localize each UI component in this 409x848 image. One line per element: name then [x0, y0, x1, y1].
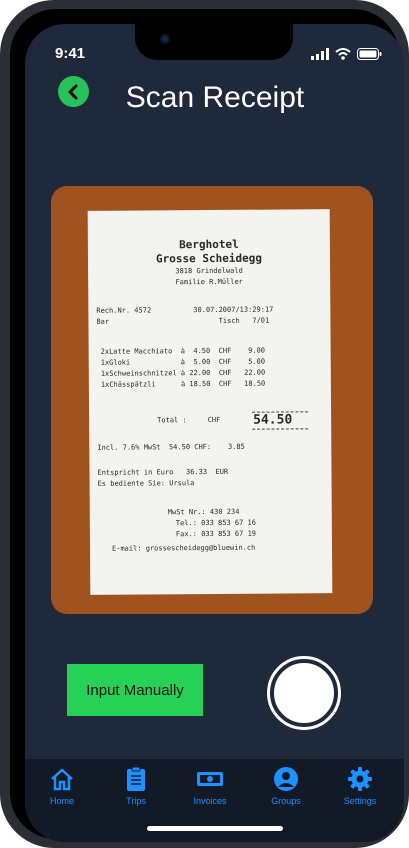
- phone-bezel: 9:41 Scan Receipt Berghotel Grosse Schei…: [10, 9, 404, 842]
- receipt-line: Entspricht in Euro 36.33 EUR: [97, 467, 229, 477]
- receipt-total: 54.50: [253, 412, 293, 428]
- tab-label: Home: [49, 796, 74, 806]
- back-button[interactable]: [58, 76, 89, 107]
- home-icon: [47, 764, 77, 794]
- receipt-line: E-mail: grossescheidegg@bluewin.ch: [111, 543, 256, 553]
- tab-settings[interactable]: Settings: [330, 764, 390, 806]
- receipt-line: 1xSchweinschnitzel à 22.00 CHF 22.00: [100, 368, 266, 378]
- receipt-paper: Berghotel Grosse Scheidegg 3818 Grindelw…: [87, 209, 333, 595]
- receipt-image: Berghotel Grosse Scheidegg 3818 Grindelw…: [51, 186, 373, 614]
- receipt-line: Es bediente Sie: Ursula: [97, 479, 195, 488]
- clipboard-icon: [121, 764, 151, 794]
- shutter-inner: [272, 661, 336, 725]
- home-indicator: [147, 826, 283, 831]
- receipt-line: Berghotel: [179, 237, 239, 252]
- page-title: Scan Receipt: [125, 81, 305, 114]
- tab-invoices[interactable]: Invoices: [180, 764, 240, 806]
- status-icons: [311, 48, 382, 60]
- screen: 9:41 Scan Receipt Berghotel Grosse Schei…: [25, 24, 404, 842]
- tab-groups[interactable]: Groups: [256, 764, 316, 806]
- receipt-line: Fax.: 033 853 67 19: [175, 529, 257, 539]
- tab-label: Groups: [271, 796, 301, 806]
- receipt-line: Bar Tisch 7/01: [96, 316, 270, 326]
- shutter-button[interactable]: [267, 656, 341, 730]
- tab-label: Invoices: [193, 796, 227, 806]
- receipt-line: 3818 Grindelwald: [175, 266, 243, 276]
- status-time: 9:41: [55, 45, 86, 62]
- gear-icon: [345, 764, 375, 794]
- receipt-line: Grosse Scheidegg: [155, 251, 263, 266]
- receipt-line: 2xLatte Macchiato à 4.50 CHF 9.00: [100, 346, 266, 356]
- user-circle-icon: [271, 764, 301, 794]
- chevron-left-icon: [68, 84, 77, 99]
- tab-label: Settings: [343, 796, 377, 806]
- receipt-line: Familie R.Müller: [175, 277, 243, 287]
- receipt-line: Tel.: 033 853 67 16: [175, 518, 256, 528]
- camera-icon: [160, 34, 170, 44]
- phone-frame: 9:41 Scan Receipt Berghotel Grosse Schei…: [0, 0, 409, 848]
- notch: [135, 24, 293, 60]
- receipt-line: Incl. 7.6% MwSt 54.50 CHF: 3.85: [97, 442, 245, 452]
- receipt-line: Total : CHF: [157, 415, 221, 425]
- tab-home[interactable]: Home: [32, 764, 92, 806]
- receipt-line: 1xChässpätzli à 18.50 CHF 18.50: [100, 379, 266, 389]
- signal-icon: [311, 48, 329, 60]
- receipt-line: 1xGloki à 5.00 CHF 5.00: [100, 357, 266, 367]
- divider: [252, 428, 309, 430]
- receipt-line: Rech.Nr. 4572 30.07.2007/13:29:17: [96, 305, 274, 315]
- receipt-line: MwSt Nr.: 430 234: [167, 507, 240, 517]
- wifi-icon: [335, 48, 351, 60]
- tab-label: Trips: [126, 796, 146, 806]
- input-manually-button[interactable]: Input Manually: [67, 664, 203, 716]
- tab-trips[interactable]: Trips: [106, 764, 166, 806]
- battery-icon: [357, 48, 382, 60]
- money-icon: [195, 764, 225, 794]
